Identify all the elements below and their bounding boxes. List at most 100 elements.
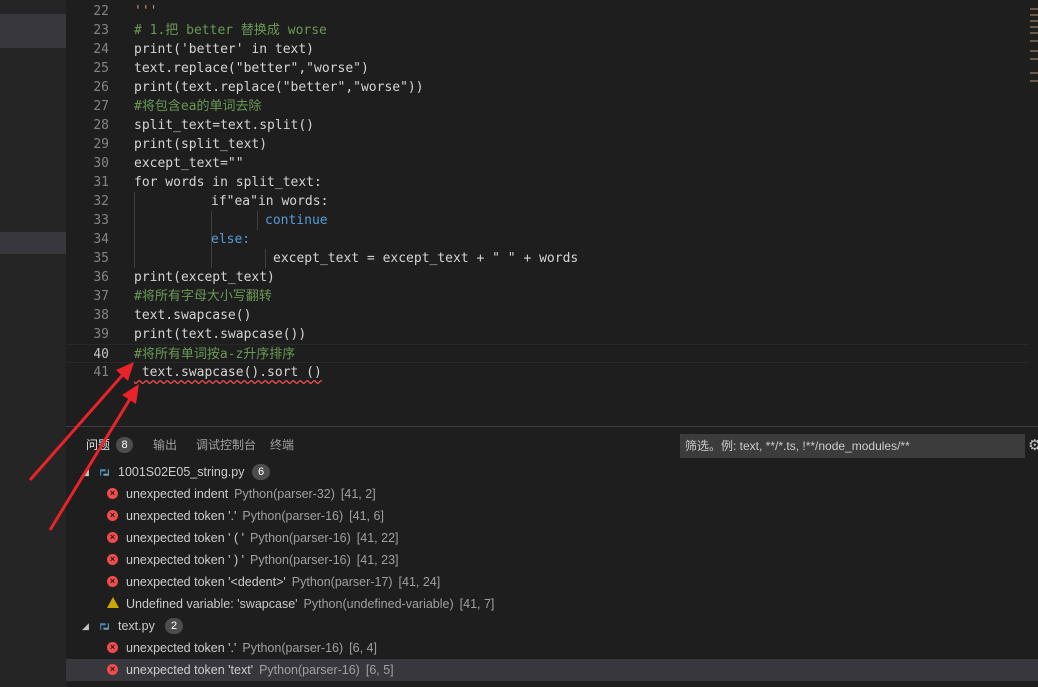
- code-line[interactable]: #将所有字母大小写翻转: [134, 287, 272, 306]
- error-icon: ×: [107, 554, 118, 565]
- problem-row[interactable]: × unexpected token '.' Python(parser-16) [6…: [66, 637, 1038, 659]
- minimap-line: [1030, 32, 1038, 34]
- chevron-down-icon[interactable]: ◢: [82, 615, 89, 637]
- line-number: 27: [93, 99, 109, 114]
- line-number: 26: [93, 80, 109, 95]
- problems-count-badge: 8: [116, 437, 133, 453]
- minimap-line: [1030, 14, 1038, 16]
- minimap-line: [1030, 58, 1038, 60]
- explorer-sidebar: [0, 0, 66, 687]
- code-line[interactable]: text.swapcase(): [134, 306, 251, 325]
- error-icon: ×: [107, 510, 118, 521]
- indent-guide: [257, 211, 258, 230]
- code-editor[interactable]: 22 ''' 23 # 1.把 better 替换成 worse 24 print('…: [66, 0, 1030, 426]
- line-number: 29: [93, 137, 109, 152]
- line-number: 33: [93, 213, 109, 228]
- code-line[interactable]: print(split_text): [134, 135, 267, 154]
- problem-source: Python(parser-17): [291, 575, 393, 589]
- line-number: 36: [93, 270, 109, 285]
- code-line[interactable]: text.replace("better","worse"): [134, 59, 369, 78]
- code-line[interactable]: #将所有单词按a-z升序排序: [134, 345, 295, 364]
- problem-message: Undefined variable: 'swapcase': [126, 597, 298, 611]
- python-file-icon: [100, 623, 109, 630]
- problem-position: [41, 23]: [356, 553, 399, 567]
- sidebar-selected-item[interactable]: [0, 232, 66, 254]
- minimap[interactable]: [1030, 0, 1038, 426]
- minimap-line: [1030, 20, 1038, 22]
- code-line[interactable]: ''': [134, 2, 157, 21]
- indent-guide: [265, 249, 266, 268]
- problem-file-row[interactable]: ◢ text.py 2: [66, 615, 1038, 637]
- gear-icon[interactable]: ⚙: [1028, 436, 1038, 454]
- code-line[interactable]: for words in split_text:: [134, 173, 322, 192]
- problem-source: Python(parser-32): [234, 487, 335, 501]
- code-line[interactable]: #将包含ea的单词去除: [134, 97, 261, 116]
- code-line[interactable]: print(text.swapcase()): [134, 325, 306, 344]
- problem-message: unexpected token ' ( ': [126, 531, 245, 545]
- code-line[interactable]: print('better' in text): [134, 40, 314, 59]
- tab-debug-console[interactable]: 调试控制台: [196, 437, 256, 453]
- file-name: 1001S02E05_string.py: [118, 465, 245, 479]
- line-number: 28: [93, 118, 109, 133]
- problem-message: unexpected token '.': [126, 641, 237, 655]
- filter-input[interactable]: 筛选。例: text, **/*.ts, !**/node_modules/**: [680, 434, 1025, 458]
- problem-row-selected[interactable]: × unexpected token 'text' Python(parser-16…: [66, 659, 1038, 681]
- file-name: text.py: [118, 619, 155, 633]
- code-line[interactable]: else:: [211, 230, 250, 249]
- minimap-line: [1030, 50, 1038, 52]
- problem-source: Python(parser-16): [242, 509, 344, 523]
- tab-problems[interactable]: 问题: [86, 437, 110, 453]
- sidebar-selected-item[interactable]: [0, 14, 66, 48]
- warning-icon: [107, 597, 119, 608]
- problem-position: [6, 4]: [349, 641, 377, 655]
- problem-message: unexpected token '.': [126, 509, 237, 523]
- problem-row[interactable]: × unexpected token '<dedent>' Python(parse…: [66, 571, 1038, 593]
- python-file-icon: [100, 469, 109, 476]
- problem-source: Python(parser-16): [242, 641, 344, 655]
- problem-row[interactable]: × unexpected indent Python(parser-32) [41, …: [66, 483, 1038, 505]
- code-line[interactable]: except_text="": [134, 154, 244, 173]
- problem-file-row[interactable]: ◢ 1001S02E05_string.py 6: [66, 461, 1038, 483]
- line-number: 38: [93, 308, 109, 323]
- code-line[interactable]: split_text=text.split(): [134, 116, 314, 135]
- problem-position: [41, 6]: [349, 509, 384, 523]
- error-icon: ×: [107, 576, 118, 587]
- line-number: 31: [93, 175, 109, 190]
- code-line[interactable]: continue: [265, 211, 328, 230]
- line-number: 22: [93, 4, 109, 19]
- tab-terminal[interactable]: 终端: [270, 437, 294, 453]
- problem-source: Python(parser-16): [250, 531, 351, 545]
- line-number: 35: [93, 251, 109, 266]
- minimap-line: [1030, 80, 1038, 82]
- problem-row[interactable]: × unexpected token '.' Python(parser-16) [4…: [66, 505, 1038, 527]
- problem-row[interactable]: Undefined variable: 'swapcase' Python(und…: [66, 593, 1038, 615]
- indent-guide: [134, 192, 135, 268]
- problem-position: [41, 22]: [356, 531, 399, 545]
- problem-message: unexpected token 'text': [126, 663, 254, 677]
- line-number: 23: [93, 23, 109, 38]
- error-icon: ×: [107, 488, 118, 499]
- file-problem-count: 6: [252, 464, 270, 480]
- problem-message: unexpected token '<dedent>': [126, 575, 286, 589]
- error-icon: ×: [107, 664, 118, 675]
- code-line[interactable]: if"ea"in words:: [211, 192, 328, 211]
- code-line[interactable]: text.swapcase().sort (): [134, 363, 322, 382]
- chevron-down-icon[interactable]: ◢: [82, 461, 89, 483]
- line-number: 41: [93, 365, 109, 380]
- error-icon: ×: [107, 642, 118, 653]
- problem-row[interactable]: × unexpected token ' ) ' Python(parser-16)…: [66, 549, 1038, 571]
- line-number: 40: [93, 347, 109, 362]
- line-number: 25: [93, 61, 109, 76]
- minimap-line: [1030, 26, 1038, 28]
- problem-row[interactable]: × unexpected token ' ( ' Python(parser-16)…: [66, 527, 1038, 549]
- tab-output[interactable]: 输出: [153, 437, 177, 453]
- line-number: 30: [93, 156, 109, 171]
- minimap-line: [1030, 8, 1038, 10]
- code-line[interactable]: # 1.把 better 替换成 worse: [134, 21, 327, 40]
- problem-position: [41, 24]: [398, 575, 441, 589]
- code-line[interactable]: except_text = except_text + " " + words: [273, 249, 578, 268]
- problem-source: Python(parser-16): [259, 663, 360, 677]
- minimap-line: [1030, 40, 1038, 42]
- code-line[interactable]: print(text.replace("better","worse")): [134, 78, 424, 97]
- code-line[interactable]: print(except_text): [134, 268, 275, 287]
